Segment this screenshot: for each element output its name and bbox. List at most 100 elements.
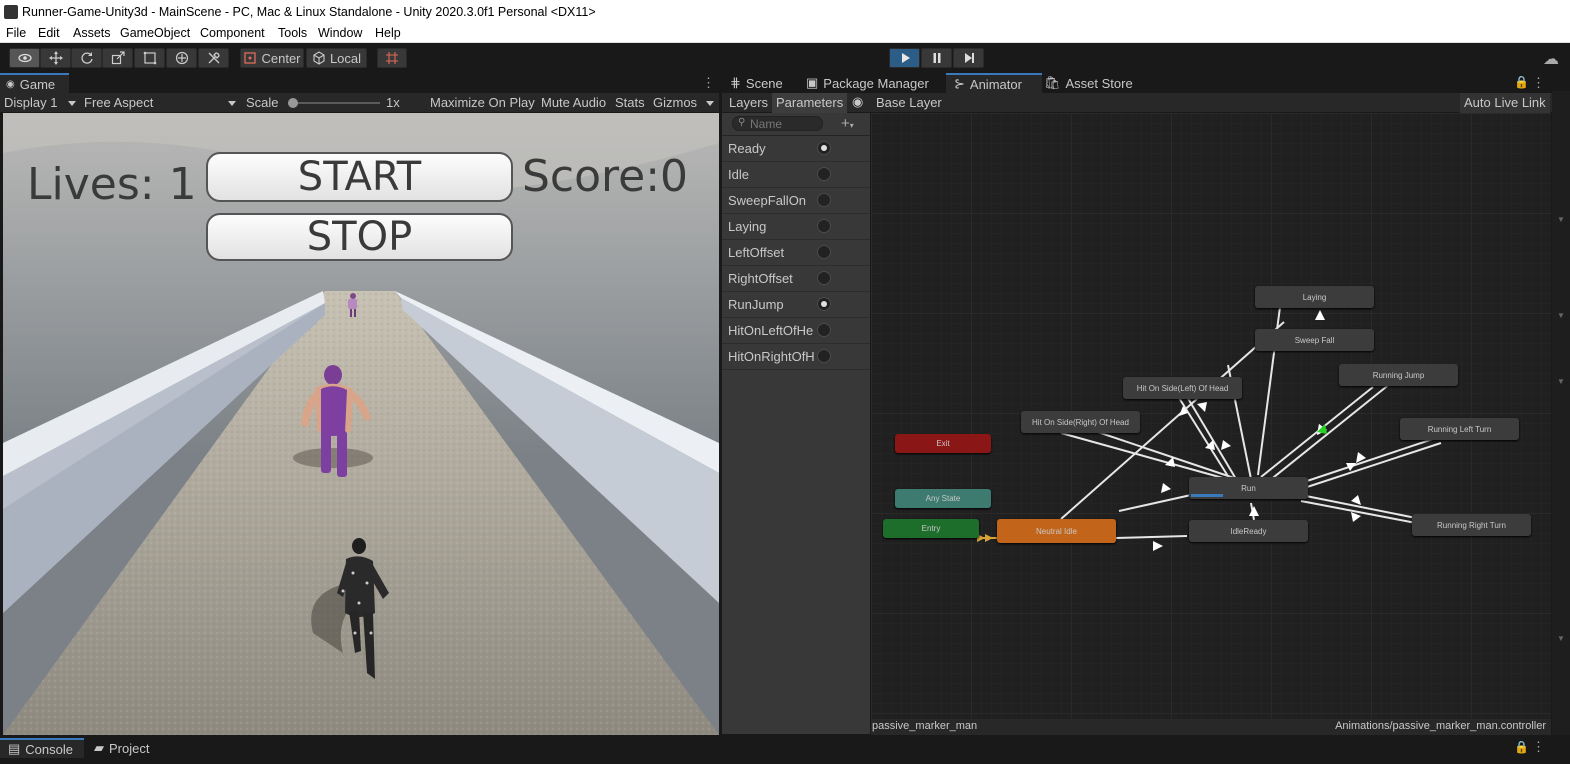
- parameter-row[interactable]: RightOffset: [722, 266, 870, 292]
- parameter-trigger[interactable]: [817, 271, 831, 285]
- transform-tool-button[interactable]: [166, 48, 197, 68]
- state-exit[interactable]: Exit: [895, 434, 991, 453]
- play-button[interactable]: [889, 48, 920, 68]
- parameter-search-field[interactable]: ⚲ Name: [732, 116, 823, 131]
- collapse-arrow-icon[interactable]: ▼: [1557, 634, 1565, 643]
- right-scrollbar[interactable]: ▼ ▼ ▼ ▼: [1552, 91, 1570, 735]
- grid-snap-button[interactable]: [377, 48, 407, 68]
- eye-toggle-icon[interactable]: ◉: [852, 94, 863, 110]
- animator-graph[interactable]: Laying Sweep Fall Running Jump Hit On Si…: [871, 113, 1551, 719]
- state-running-jump[interactable]: Running Jump: [1339, 364, 1458, 386]
- game-viewport[interactable]: Lives: 1 START STOP Score:0: [3, 113, 719, 735]
- parameter-trigger[interactable]: [817, 219, 831, 233]
- lock-icon[interactable]: 🔒: [1514, 740, 1529, 754]
- parameter-name: HitOnRightOfH: [728, 349, 814, 364]
- scale-slider-thumb[interactable]: [288, 98, 298, 108]
- state-entry[interactable]: Entry: [883, 519, 979, 538]
- parameter-row[interactable]: SweepFallOn: [722, 188, 870, 214]
- step-button[interactable]: [953, 48, 984, 68]
- state-hit-right[interactable]: Hit On Side(Right) Of Head: [1021, 411, 1140, 433]
- menu-gameobject[interactable]: GameObject: [120, 26, 190, 40]
- state-neutral-idle[interactable]: Neutral Idle: [997, 519, 1116, 543]
- search-placeholder: Name: [750, 117, 783, 131]
- parameter-trigger[interactable]: [817, 323, 831, 337]
- transition-lines: [977, 306, 1442, 551]
- tab-scene[interactable]: ⋕ Scene: [730, 73, 783, 93]
- parameter-trigger[interactable]: [817, 193, 831, 207]
- menu-component[interactable]: Component: [200, 26, 265, 40]
- collapse-arrow-icon[interactable]: ▼: [1557, 377, 1565, 386]
- state-laying[interactable]: Laying: [1255, 286, 1374, 308]
- display-dropdown[interactable]: Display 1: [4, 95, 78, 110]
- view-tool-button[interactable]: [9, 48, 40, 68]
- tab-parameters[interactable]: Parameters: [772, 93, 848, 113]
- parameter-row[interactable]: Ready: [722, 136, 870, 162]
- tab-project[interactable]: ▰ Project: [94, 738, 149, 758]
- parameter-row[interactable]: Idle: [722, 162, 870, 188]
- lock-icon[interactable]: 🔒: [1514, 75, 1529, 89]
- tab-game[interactable]: ◉ Game: [0, 73, 69, 93]
- rotate-tool-button[interactable]: [71, 48, 102, 68]
- menu-file[interactable]: File: [6, 26, 26, 40]
- parameter-trigger[interactable]: [817, 349, 831, 363]
- parameter-trigger[interactable]: [817, 245, 831, 259]
- move-tool-button[interactable]: [40, 48, 71, 68]
- parameter-row[interactable]: RunJump: [722, 292, 870, 318]
- state-running-right-turn[interactable]: Running Right Turn: [1412, 514, 1531, 536]
- start-button[interactable]: START: [206, 152, 513, 202]
- parameter-row[interactable]: Laying: [722, 214, 870, 240]
- tab-animator[interactable]: ⊱ Animator: [946, 73, 1042, 93]
- parameter-trigger[interactable]: [817, 297, 831, 311]
- gizmos-dropdown-icon[interactable]: [706, 101, 714, 106]
- tab-layers[interactable]: Layers: [729, 95, 768, 110]
- scale-tool-button[interactable]: [102, 48, 133, 68]
- gizmos-toggle[interactable]: Gizmos: [653, 95, 697, 110]
- parameter-row[interactable]: HitOnRightOfH: [722, 344, 870, 370]
- state-idle-ready[interactable]: IdleReady: [1189, 520, 1308, 542]
- tab-animator-label: Animator: [969, 76, 1022, 92]
- game-menu-icon[interactable]: ⋮: [702, 75, 715, 91]
- scale-slider-track: [288, 102, 380, 104]
- menu-tools[interactable]: Tools: [278, 26, 307, 40]
- state-run[interactable]: Run: [1189, 477, 1308, 499]
- state-hit-left[interactable]: Hit On Side(Left) Of Head: [1123, 377, 1242, 399]
- collapse-arrow-icon[interactable]: ▼: [1557, 311, 1565, 320]
- state-sweep-fall[interactable]: Sweep Fall: [1255, 329, 1374, 351]
- collapse-arrow-icon[interactable]: ▼: [1557, 215, 1565, 224]
- custom-tool-button[interactable]: [198, 48, 229, 68]
- maximize-on-play-toggle[interactable]: Maximize On Play: [430, 95, 535, 110]
- scale-slider[interactable]: [288, 98, 380, 108]
- package-icon: ▣: [806, 75, 819, 90]
- menu-help[interactable]: Help: [375, 26, 401, 40]
- parameter-row[interactable]: LeftOffset: [722, 240, 870, 266]
- pivot-local-button[interactable]: Local: [306, 48, 367, 68]
- right-panel-menu-icon[interactable]: ⋮: [1532, 75, 1545, 91]
- state-running-left-turn[interactable]: Running Left Turn: [1400, 418, 1519, 440]
- auto-live-link-toggle[interactable]: Auto Live Link: [1460, 93, 1550, 113]
- parameter-name: Ready: [728, 141, 766, 156]
- add-parameter-button[interactable]: +▾: [841, 115, 854, 132]
- rect-tool-button[interactable]: [134, 48, 165, 68]
- aspect-dropdown[interactable]: Free Aspect: [84, 95, 240, 110]
- state-any[interactable]: Any State: [895, 489, 991, 508]
- mute-audio-toggle[interactable]: Mute Audio: [541, 95, 606, 110]
- base-layer-breadcrumb[interactable]: Base Layer: [876, 95, 942, 110]
- parameter-name: RunJump: [728, 297, 784, 312]
- tab-package-manager[interactable]: ▣ Package Manager: [806, 73, 929, 93]
- menu-window[interactable]: Window: [318, 26, 362, 40]
- tab-console[interactable]: ▤ Console: [0, 738, 84, 758]
- folder-icon: ▰: [94, 740, 104, 755]
- cloud-icon[interactable]: ☁: [1543, 49, 1559, 69]
- pause-button[interactable]: [921, 48, 952, 68]
- stop-button[interactable]: STOP: [206, 213, 513, 261]
- parameter-trigger[interactable]: [817, 141, 831, 155]
- parameter-row[interactable]: HitOnLeftOfHe: [722, 318, 870, 344]
- tab-console-label: Console: [25, 741, 73, 757]
- menu-assets[interactable]: Assets: [73, 26, 111, 40]
- tab-asset-store[interactable]: 🛍 Asset Store: [1044, 73, 1133, 93]
- menu-edit[interactable]: Edit: [38, 26, 60, 40]
- parameter-trigger[interactable]: [817, 167, 831, 181]
- stats-toggle[interactable]: Stats: [615, 95, 645, 110]
- bottom-panel-menu-icon[interactable]: ⋮: [1532, 739, 1545, 755]
- pivot-center-button[interactable]: Center: [240, 48, 304, 68]
